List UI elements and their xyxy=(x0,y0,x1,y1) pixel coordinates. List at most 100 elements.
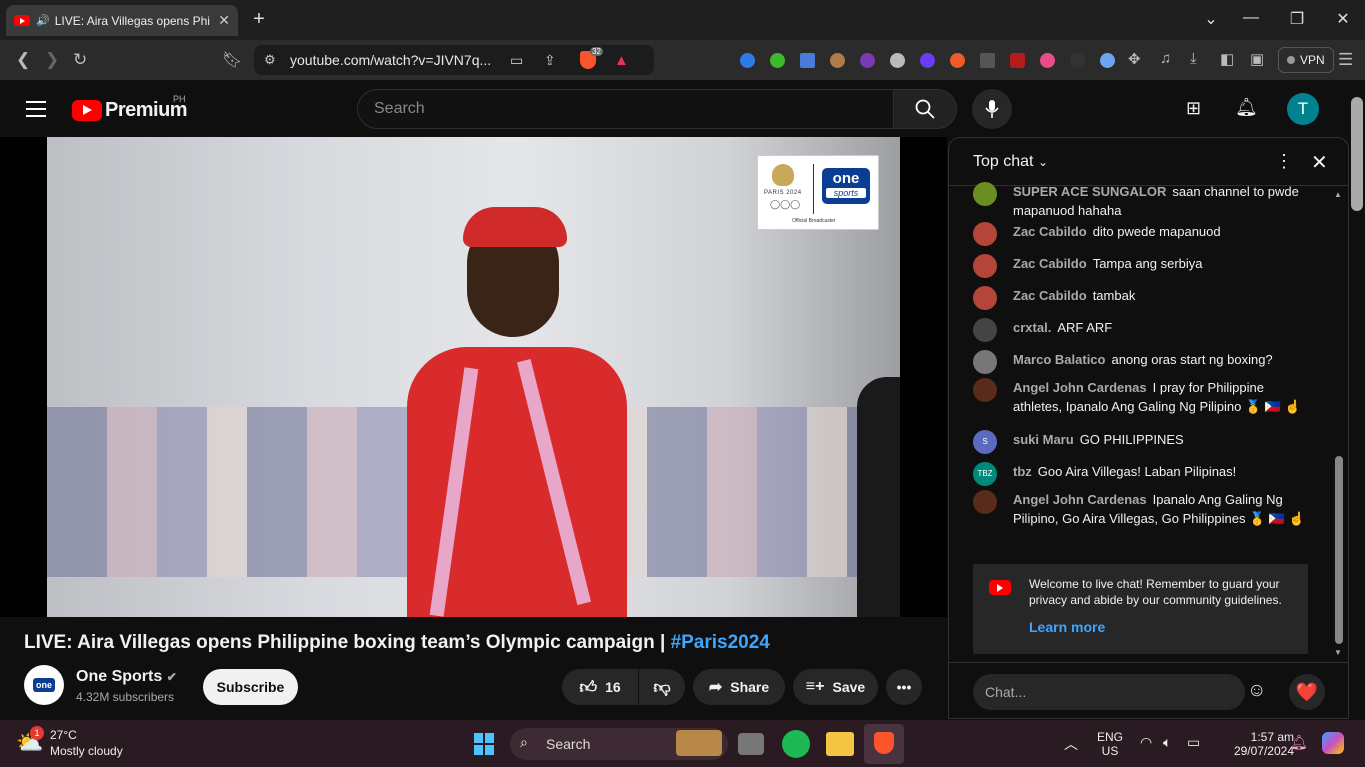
chat-text: GO PHILIPPINES xyxy=(1079,432,1184,447)
media-music-icon[interactable]: ♫ xyxy=(1160,50,1171,67)
welcome-text: Welcome to live chat! Remember to guard … xyxy=(1029,577,1282,607)
minimize-button[interactable]: — xyxy=(1236,9,1266,27)
chat-message[interactable]: Angel John Cardenas Ipanalo Ang Galing Ng… xyxy=(973,490,1313,528)
chat-input[interactable]: Chat... xyxy=(973,674,1245,710)
chat-message[interactable]: Marco Balatico anong oras start ng boxing… xyxy=(973,350,1313,374)
extension-flame-icon[interactable] xyxy=(950,53,965,68)
battery-icon[interactable]: ▭ xyxy=(1187,734,1200,751)
tray-chevron-up-icon[interactable]: ︿ xyxy=(1064,734,1078,754)
speaker-icon[interactable]: 🔊 xyxy=(36,14,50,27)
translate-icon[interactable] xyxy=(800,53,815,68)
account-avatar[interactable]: T xyxy=(1287,93,1319,125)
chat-message[interactable]: TBZ tbz Goo Aira Villegas! Laban Pilipina… xyxy=(973,462,1313,486)
close-window-button[interactable]: ✕ xyxy=(1328,9,1358,29)
brave-taskbar-active[interactable] xyxy=(864,724,904,764)
search-button[interactable] xyxy=(893,89,957,129)
scroll-down-arrow-icon[interactable]: ▼ xyxy=(1334,648,1342,657)
wifi-icon[interactable]: ◠ xyxy=(1140,734,1152,751)
tab-list-chevron-icon[interactable]: ⌄ xyxy=(1196,9,1226,29)
extension-arc-icon[interactable] xyxy=(1100,53,1115,68)
copilot-icon[interactable] xyxy=(1322,732,1344,754)
chat-message[interactable]: SUPER ACE SUNGALOR saan channel to pwde m… xyxy=(973,182,1313,220)
site-settings-icon[interactable]: ⚙ xyxy=(264,52,276,68)
more-actions-button[interactable]: ••• xyxy=(886,669,922,705)
notifications-bell-icon[interactable]: 🔔︎ xyxy=(1235,97,1258,118)
maximize-button[interactable]: ❐ xyxy=(1282,9,1312,29)
hashtag-link[interactable]: #Paris2024 xyxy=(671,632,770,653)
learn-more-link[interactable]: Learn more xyxy=(1029,619,1105,635)
heart-icon: ❤️ xyxy=(1295,681,1319,702)
vpn-button[interactable]: VPN xyxy=(1278,47,1334,73)
vpn-label: VPN xyxy=(1300,53,1325,67)
share-page-icon[interactable]: ⇪ xyxy=(544,52,556,69)
save-button[interactable]: ≡+ Save xyxy=(793,669,878,705)
emoji-picker-icon[interactable]: ☺ xyxy=(1247,680,1266,702)
page-scrollbar[interactable] xyxy=(1351,97,1363,211)
video-title: LIVE: Aira Villegas opens Philippine box… xyxy=(24,632,770,654)
voice-search-button[interactable] xyxy=(972,89,1012,129)
sidebar-icon[interactable]: ◧ xyxy=(1220,50,1234,68)
language-indicator[interactable]: ENG US xyxy=(1094,730,1126,758)
brave-rewards-icon[interactable]: ▲ xyxy=(614,52,629,69)
chat-avatar xyxy=(973,378,997,402)
extensions-puzzle-icon[interactable]: ✥ xyxy=(1128,50,1141,68)
chat-message[interactable]: S suki Maru GO PHILIPPINES xyxy=(973,430,1313,454)
browser-tab[interactable]: 🔊 LIVE: Aira Villegas opens Phi ✕ xyxy=(6,5,238,36)
video-player[interactable]: PARIS 2024 ◯◯◯ one sports Official Broad… xyxy=(0,137,947,617)
heart-reaction-button[interactable]: ❤️ xyxy=(1289,674,1325,710)
task-view-icon[interactable] xyxy=(738,733,764,755)
share-button[interactable]: ➦ Share xyxy=(693,669,785,705)
extension-dark-icon[interactable] xyxy=(1070,53,1085,68)
chat-message[interactable]: Zac Cabildo tambak xyxy=(973,286,1313,310)
file-explorer-icon[interactable] xyxy=(826,732,854,756)
ublock-icon[interactable] xyxy=(1010,53,1025,68)
like-button[interactable]: 👍︎ 16 xyxy=(562,669,638,705)
extension-green-icon[interactable] xyxy=(770,53,785,68)
new-tab-button[interactable]: + xyxy=(244,8,274,31)
downloads-icon[interactable]: ⤓ xyxy=(1190,50,1197,67)
extension-wave-icon[interactable] xyxy=(740,53,755,68)
top-chat-dropdown[interactable]: Top chat ⌄ xyxy=(973,153,1048,171)
chat-message[interactable]: Zac Cabildo Tampa ang serbiya xyxy=(973,254,1313,278)
windows-start-icon[interactable] xyxy=(469,728,499,760)
forward-icon[interactable]: ❯ xyxy=(45,50,59,70)
chat-scrollbar[interactable] xyxy=(1335,456,1343,644)
channel-name[interactable]: One Sports ✔ xyxy=(76,668,177,686)
chat-message[interactable]: Zac Cabildo dito pwede mapanuod xyxy=(973,222,1313,246)
subscribe-button[interactable]: Subscribe xyxy=(203,669,298,705)
dislike-button[interactable]: 👎︎ xyxy=(639,669,685,705)
weather-widget[interactable]: ⛅ 1 27°C Mostly cloudy xyxy=(16,726,176,762)
browser-menu-icon[interactable]: ☰ xyxy=(1338,50,1353,70)
extension-play-icon[interactable] xyxy=(980,53,995,68)
search-input[interactable]: Search xyxy=(357,89,894,129)
chat-text: Tampa ang serbiya xyxy=(1092,256,1203,271)
notification-bell-icon[interactable]: 🔔︎ xyxy=(1290,734,1308,751)
extension-ring-icon[interactable] xyxy=(920,53,935,68)
chat-message[interactable]: crxtal. ARF ARF xyxy=(973,318,1313,342)
chat-message[interactable]: Angel John Cardenas I pray for Philippine… xyxy=(973,378,1313,416)
hamburger-menu-icon[interactable] xyxy=(26,101,46,122)
spotify-icon[interactable] xyxy=(782,730,810,758)
chat-more-icon[interactable]: ⋮ xyxy=(1275,151,1293,172)
bookmark-icon[interactable]: 🔖︎ xyxy=(222,50,242,70)
weather-badge: 1 xyxy=(30,726,44,740)
badge-divider xyxy=(813,164,814,214)
close-tab-icon[interactable]: ✕ xyxy=(218,12,230,29)
chat-author: Marco Balatico xyxy=(1013,352,1106,367)
close-chat-icon[interactable]: ✕ xyxy=(1311,150,1328,175)
back-icon[interactable]: ❮ xyxy=(16,50,30,70)
reload-icon[interactable]: ↻ xyxy=(73,50,87,70)
channel-avatar[interactable]: one xyxy=(24,665,64,705)
volume-icon[interactable]: 🔈︎ xyxy=(1163,734,1171,751)
extension-orb-icon[interactable] xyxy=(1040,53,1055,68)
create-video-icon[interactable]: ⊞ xyxy=(1186,98,1201,119)
extension-glasses-icon[interactable] xyxy=(860,53,875,68)
scroll-up-arrow-icon[interactable]: ▲ xyxy=(1334,190,1342,199)
clock[interactable]: 1:57 am 29/07/2024 xyxy=(1214,730,1294,758)
youtube-premium-logo[interactable]: Premium PH xyxy=(72,94,188,122)
address-bar[interactable]: ⚙ youtube.com/watch?v=JIVN7q... ▭ ⇪ 32 ▲ xyxy=(254,45,654,75)
cast-icon[interactable]: ▭ xyxy=(510,52,523,69)
cookie-icon[interactable] xyxy=(830,53,845,68)
extension-grey-icon[interactable] xyxy=(890,53,905,68)
wallet-icon[interactable]: ▣ xyxy=(1250,50,1264,68)
